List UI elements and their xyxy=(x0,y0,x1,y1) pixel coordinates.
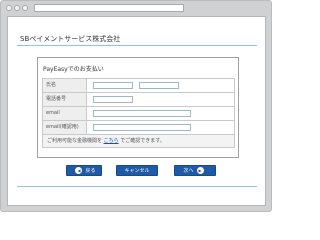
name-label: 氏名 xyxy=(43,79,87,92)
window-maximize-icon[interactable] xyxy=(22,5,28,11)
email-confirm-input[interactable] xyxy=(93,124,191,131)
next-button[interactable]: 次へ ▶ xyxy=(174,165,216,176)
form-row-phone: 電話番号 xyxy=(42,93,235,107)
title-bar xyxy=(1,1,271,15)
bank-note: ご利用可能な金融機関を こちら でご確認できます。 xyxy=(47,135,165,148)
back-button[interactable]: ◀ 戻る xyxy=(66,165,102,176)
address-bar[interactable] xyxy=(34,4,184,12)
form-title: PayEasyでのお支払い xyxy=(43,66,104,73)
back-arrow-icon: ◀ xyxy=(75,167,83,174)
first-name-input[interactable] xyxy=(139,82,179,89)
phone-input[interactable] xyxy=(93,96,133,103)
browser-window: SBペイメントサービス株式会社 PayEasyでのお支払い 氏名 電話番号 em… xyxy=(0,0,272,212)
form-table: 氏名 電話番号 email email(確認用) ご利用可能な金融機関を こちら… xyxy=(42,78,235,148)
payment-page: SBペイメントサービス株式会社 PayEasyでのお支払い 氏名 電話番号 em… xyxy=(7,16,266,206)
form-note-row: ご利用可能な金融機関を こちら でご確認できます。 xyxy=(42,135,235,148)
payment-form: PayEasyでのお支払い 氏名 電話番号 email email(確認用) ご… xyxy=(37,57,239,158)
header-divider xyxy=(17,45,257,46)
note-text-before: ご利用可能な金融機関を xyxy=(47,138,103,144)
window-minimize-icon[interactable] xyxy=(14,5,20,11)
banks-link[interactable]: こちら xyxy=(104,138,119,144)
form-row-name: 氏名 xyxy=(42,79,235,93)
footer-divider xyxy=(17,186,257,187)
cancel-button[interactable]: キャンセル xyxy=(116,165,158,176)
phone-label: 電話番号 xyxy=(43,93,87,106)
last-name-input[interactable] xyxy=(93,82,133,89)
merchant-title: SBペイメントサービス株式会社 xyxy=(20,35,121,43)
next-arrow-icon: ▶ xyxy=(196,167,204,174)
next-button-label: 次へ xyxy=(183,168,194,174)
email-input[interactable] xyxy=(93,110,191,117)
form-row-email: email xyxy=(42,107,235,121)
email-label: email xyxy=(43,107,87,120)
form-row-email-confirm: email(確認用) xyxy=(42,121,235,135)
back-button-label: 戻る xyxy=(85,168,96,174)
cancel-button-label: キャンセル xyxy=(124,168,150,174)
note-text-after: でご確認できます。 xyxy=(120,138,165,144)
window-close-icon[interactable] xyxy=(6,5,12,11)
email-confirm-label: email(確認用) xyxy=(43,121,87,134)
